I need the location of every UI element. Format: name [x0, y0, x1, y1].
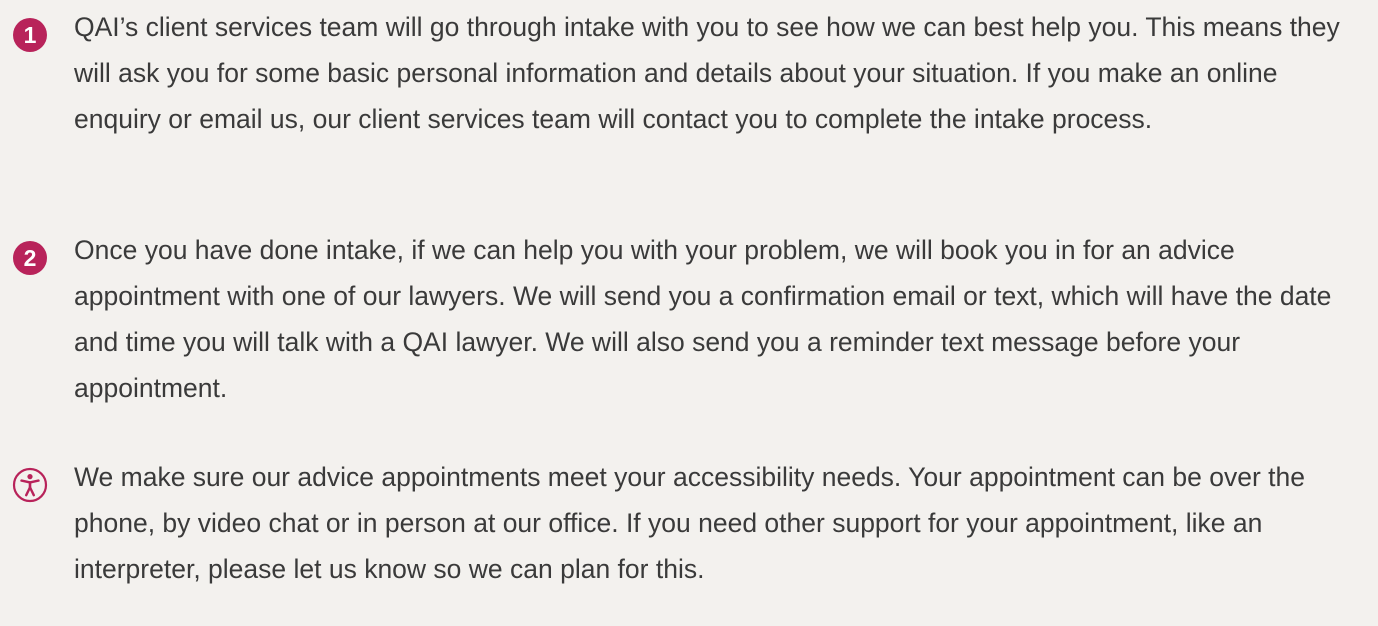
intake-process-content: 1 QAI’s client services team will go thr…: [0, 0, 1378, 626]
step-1-marker: 1: [6, 11, 54, 59]
accessibility-icon: [12, 467, 48, 503]
accessibility-marker: [6, 461, 54, 509]
number-2-icon: 2: [13, 241, 47, 275]
number-1-icon: 1: [13, 18, 47, 52]
step-2: 2 Once you have done intake, if we can h…: [6, 227, 1360, 411]
step-2-marker: 2: [6, 234, 54, 282]
accessibility-text: We make sure our advice appointments mee…: [74, 462, 1305, 584]
step-1: 1 QAI’s client services team will go thr…: [6, 4, 1360, 142]
step-1-text: QAI’s client services team will go throu…: [74, 12, 1340, 134]
accessibility-note: We make sure our advice appointments mee…: [6, 454, 1360, 592]
step-2-text: Once you have done intake, if we can hel…: [74, 235, 1332, 403]
